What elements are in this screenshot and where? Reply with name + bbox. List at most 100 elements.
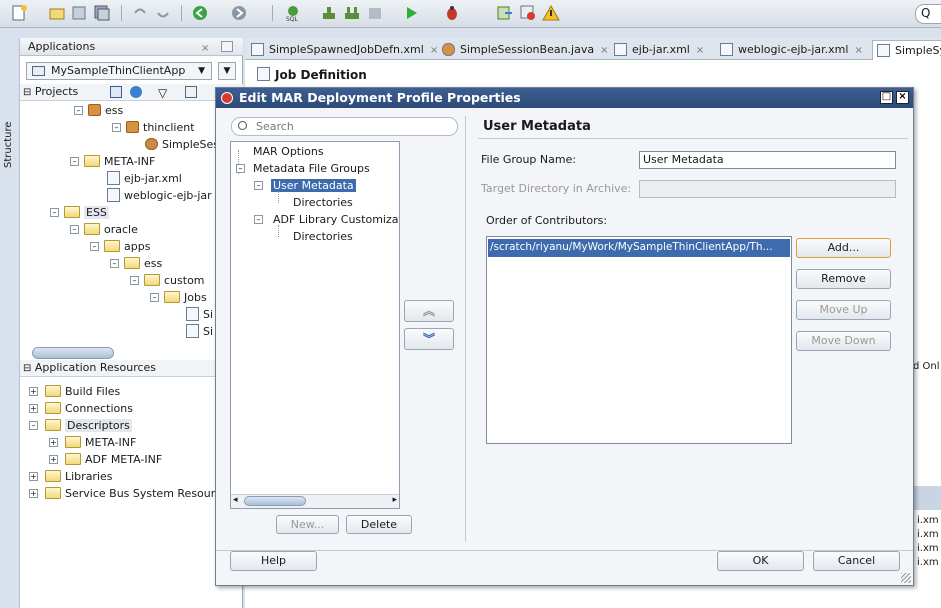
expand-icon[interactable]: + bbox=[49, 455, 58, 464]
close-icon[interactable]: × bbox=[600, 45, 608, 56]
file-group-name-field[interactable]: User Metadata bbox=[639, 151, 896, 169]
tab-simple-sy[interactable]: SimpleSy bbox=[872, 40, 941, 60]
dialog-title-bar[interactable]: Edit MAR Deployment Profile Properties □… bbox=[216, 88, 913, 108]
application-selector[interactable]: MySampleThinClientApp ▼ bbox=[26, 62, 212, 80]
forward-icon[interactable] bbox=[230, 4, 248, 22]
scroll-right-icon[interactable]: ▸ bbox=[392, 495, 397, 505]
close-icon[interactable]: × bbox=[696, 45, 704, 56]
collapse-icon[interactable]: – bbox=[70, 225, 79, 234]
layout-icon[interactable] bbox=[185, 86, 197, 98]
tab-simple-spawned-job-defn[interactable]: SimpleSpawnedJobDefn.xml × bbox=[247, 40, 438, 60]
delete-button[interactable]: Delete bbox=[346, 515, 412, 534]
save-all-icon[interactable] bbox=[93, 4, 111, 22]
collapse-icon[interactable]: – bbox=[130, 276, 139, 285]
tree-node-ess-sub[interactable]: – ess bbox=[110, 255, 162, 272]
close-icon[interactable]: × bbox=[201, 40, 209, 57]
new-button[interactable]: New... bbox=[276, 515, 339, 534]
profile-icon[interactable] bbox=[519, 4, 537, 22]
tree-node-ess[interactable]: – ess bbox=[74, 102, 123, 119]
sql-icon[interactable]: SQL bbox=[284, 4, 302, 22]
tree-node-libraries[interactable]: + Libraries bbox=[29, 468, 113, 485]
application-resources-header[interactable]: ⊟ Application Resources bbox=[20, 360, 243, 377]
close-icon[interactable]: × bbox=[430, 45, 438, 56]
collapse-icon[interactable]: – bbox=[90, 242, 99, 251]
cancel-button[interactable]: Cancel bbox=[813, 551, 900, 571]
warning-icon[interactable] bbox=[542, 4, 560, 22]
tree-node-connections[interactable]: + Connections bbox=[29, 400, 133, 417]
maximize-icon[interactable]: □ bbox=[880, 91, 893, 104]
expand-icon[interactable]: + bbox=[29, 387, 38, 396]
tab-simple-session-bean[interactable]: SimpleSessionBean.java × bbox=[438, 40, 609, 60]
remove-button[interactable]: Remove bbox=[796, 269, 891, 289]
build-all-icon[interactable] bbox=[343, 4, 361, 22]
ok-button[interactable]: OK bbox=[717, 551, 804, 571]
save-icon[interactable] bbox=[70, 4, 88, 22]
back-icon[interactable] bbox=[191, 4, 209, 22]
structure-tab[interactable]: Structure bbox=[3, 98, 17, 168]
global-search-field[interactable]: Q bbox=[915, 4, 941, 24]
expand-icon[interactable]: + bbox=[29, 489, 38, 498]
tab-ejb-jar[interactable]: ejb-jar.xml × bbox=[610, 40, 704, 60]
collapse-icon[interactable]: – bbox=[254, 181, 263, 190]
collapse-icon[interactable]: – bbox=[112, 123, 121, 132]
tree-node-descriptors[interactable]: – Descriptors bbox=[29, 417, 132, 434]
tree-node-apps[interactable]: – apps bbox=[90, 238, 150, 255]
tree-node-meta-inf[interactable]: – META-INF bbox=[70, 153, 155, 170]
collapse-icon[interactable]: – bbox=[150, 293, 159, 302]
help-button[interactable]: Help bbox=[230, 551, 317, 571]
open-icon[interactable] bbox=[48, 4, 66, 22]
add-button[interactable]: Add... bbox=[796, 238, 891, 258]
collapse-icon[interactable]: – bbox=[29, 421, 38, 430]
tree-node-jobs[interactable]: – Jobs bbox=[150, 289, 207, 306]
nav-directories-2[interactable]: Directories bbox=[293, 228, 353, 245]
run-icon[interactable] bbox=[402, 4, 420, 22]
close-icon[interactable]: × bbox=[896, 91, 909, 104]
resize-grip-icon[interactable] bbox=[901, 573, 911, 583]
undo-icon[interactable] bbox=[131, 4, 149, 22]
expand-icon[interactable]: + bbox=[49, 438, 58, 447]
expand-icon[interactable]: + bbox=[29, 404, 38, 413]
tree-node-weblogic-ejb-jar[interactable]: weblogic-ejb-jar bbox=[107, 187, 212, 204]
move-up-arrow-button[interactable]: ︽ bbox=[404, 300, 454, 322]
tree-node-simplesession[interactable]: SimpleSes bbox=[145, 136, 219, 153]
collapse-icon[interactable]: – bbox=[236, 164, 245, 173]
nav-horizontal-scrollbar[interactable]: ◂ ▸ bbox=[231, 494, 399, 508]
close-icon[interactable]: × bbox=[854, 45, 862, 56]
tree-node-ess-root[interactable]: – ESS bbox=[50, 204, 109, 221]
minimize-icon[interactable] bbox=[221, 41, 233, 52]
move-down-button[interactable]: Move Down bbox=[796, 331, 891, 351]
dialog-search-input[interactable]: Search bbox=[231, 117, 458, 136]
nav-metadata-file-groups[interactable]: – Metadata File Groups bbox=[236, 160, 370, 177]
target-directory-field[interactable] bbox=[639, 180, 896, 198]
zoom-icon[interactable] bbox=[110, 86, 122, 98]
contributors-list[interactable]: /scratch/riyanu/MyWork/MySampleThinClien… bbox=[486, 236, 792, 444]
list-item[interactable]: /scratch/riyanu/MyWork/MySampleThinClien… bbox=[488, 239, 790, 257]
sync-icon[interactable] bbox=[130, 86, 142, 98]
nav-mar-options[interactable]: MAR Options bbox=[253, 143, 324, 160]
nav-adf-library-customizations[interactable]: – ADF Library Customizat bbox=[254, 211, 399, 228]
move-down-arrow-button[interactable]: ︾ bbox=[404, 328, 454, 350]
new-icon[interactable] bbox=[10, 4, 28, 22]
collapse-icon[interactable]: – bbox=[70, 157, 79, 166]
projects-horizontal-scrollbar[interactable] bbox=[32, 347, 114, 359]
filter-icon[interactable]: ▽ bbox=[158, 85, 167, 101]
collapse-icon[interactable]: – bbox=[74, 106, 83, 115]
collapse-icon[interactable]: – bbox=[50, 208, 59, 217]
tree-node-service-bus[interactable]: + Service Bus System Resource bbox=[29, 485, 228, 502]
tree-node-custom[interactable]: – custom bbox=[130, 272, 205, 289]
scroll-left-icon[interactable]: ◂ bbox=[233, 495, 238, 505]
tree-node-oracle[interactable]: – oracle bbox=[70, 221, 138, 238]
scroll-thumb[interactable] bbox=[244, 496, 306, 506]
collapse-icon[interactable]: – bbox=[254, 215, 263, 224]
deploy-icon[interactable] bbox=[496, 4, 514, 22]
clean-icon[interactable] bbox=[366, 4, 384, 22]
tree-node-job-file-1[interactable]: Si bbox=[186, 306, 213, 323]
tree-node-build-files[interactable]: + Build Files bbox=[29, 383, 120, 400]
tree-node-ejb-jar[interactable]: ejb-jar.xml bbox=[107, 170, 182, 187]
collapse-icon[interactable]: – bbox=[110, 259, 119, 268]
tree-node-job-file-2[interactable]: Si bbox=[186, 323, 213, 340]
tree-node-adf-meta-inf[interactable]: + ADF META-INF bbox=[49, 451, 162, 468]
debug-icon[interactable] bbox=[443, 4, 461, 22]
redo-icon[interactable] bbox=[154, 4, 172, 22]
projects-header[interactable]: ⊟ Projects ▽ bbox=[20, 84, 243, 101]
